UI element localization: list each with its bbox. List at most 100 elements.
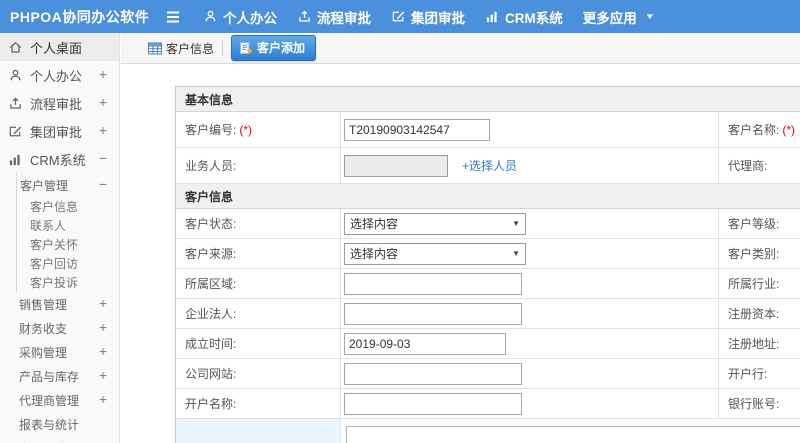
select-caret-icon: ▼: [512, 219, 520, 228]
field-label-right: 客户类别:: [719, 239, 800, 268]
sidebar-item-label: 集团审批: [30, 124, 83, 140]
website-input[interactable]: [344, 362, 522, 385]
field-label: 成立时间:: [176, 329, 341, 358]
topnav-item-3[interactable]: 集团审批: [391, 7, 465, 27]
field-cell: [341, 329, 719, 358]
field-label-right: 银行账号:: [719, 389, 800, 418]
sidebar-item-customer-complaint[interactable]: 客户投诉: [16, 273, 119, 292]
sidebar-item-label: 代理商管理: [19, 393, 80, 408]
field-label-right: 注册地址:: [719, 329, 800, 358]
field-cell: [341, 359, 719, 388]
topnav-item-1[interactable]: 个人办公: [203, 7, 277, 27]
field-label: 客户编号: (*): [176, 112, 341, 147]
chart-icon: [485, 9, 500, 24]
tab-bar: 客户信息 客户添加: [121, 33, 800, 64]
field-label-text: 所属区域:: [185, 277, 237, 291]
collapse-minus-icon[interactable]: −: [99, 178, 107, 193]
select-value: 选择内容: [350, 247, 399, 261]
sidebar-item-purchase-mgmt[interactable]: 采购管理 +: [16, 340, 119, 364]
region-input[interactable]: [344, 272, 522, 295]
field-label: 所属区域:: [176, 269, 341, 298]
expand-plus-icon[interactable]: +: [99, 393, 107, 408]
expand-plus-icon[interactable]: +: [99, 321, 107, 336]
legal-person-input[interactable]: [344, 302, 522, 325]
expand-plus-icon[interactable]: +: [99, 369, 107, 384]
field-label: 公司网站:: [176, 359, 341, 388]
staff-input[interactable]: [344, 154, 448, 177]
topnav-item-5[interactable]: 更多应用 ▼: [583, 7, 655, 27]
topnav-item-4[interactable]: CRM系统: [485, 7, 563, 27]
choose-staff-link[interactable]: +选择人员: [462, 157, 517, 174]
required-mark: (*): [782, 122, 796, 137]
field-label-text: 业务人员:: [185, 159, 237, 173]
remark-textarea[interactable]: [346, 426, 800, 443]
sidebar-item-customer-info[interactable]: 客户信息: [16, 197, 119, 216]
field-label-right-text: 注册资本:: [728, 307, 780, 321]
customer-code-input[interactable]: [344, 118, 490, 141]
sidebar-item-label: 客户信息: [30, 200, 79, 214]
founded-date-input[interactable]: [344, 332, 506, 355]
app-title: PHPOA协同办公软件: [10, 8, 150, 25]
topnav-item-2[interactable]: 流程审批: [297, 7, 371, 27]
sidebar-item-customer-care[interactable]: 客户关怀: [16, 235, 119, 254]
workflow-icon: [8, 96, 23, 111]
required-mark: (*): [239, 122, 253, 137]
field-label-right-text: 代理商:: [728, 159, 768, 173]
sidebar: 个人桌面 个人办公 + 流程审批 + 集团审批 + CRM系统 − 客户管理 − 客户信息 联系人 客户关…: [0, 33, 120, 443]
sidebar-item-agent-mgmt[interactable]: 代理商管理 +: [16, 388, 119, 412]
sidebar-item-personal-office[interactable]: 个人办公 +: [0, 61, 119, 89]
sidebar-item-workflow-approval[interactable]: 流程审批 +: [0, 89, 119, 117]
form-row: 成立时间: 注册地址:: [176, 329, 800, 359]
account-name-input[interactable]: [344, 392, 522, 415]
sidebar-item-label: 个人桌面: [30, 40, 83, 56]
sidebar-item-finance[interactable]: 财务收支 +: [16, 316, 119, 340]
sidebar-item-contacts[interactable]: 联系人: [16, 216, 119, 235]
section-header: 客户信息: [176, 184, 800, 209]
tab-customer-info[interactable]: 客户信息: [148, 40, 214, 57]
tab-label: 客户添加: [257, 41, 306, 55]
form-row: 公司网站: 开户行:: [176, 359, 800, 389]
form-row: 客户状态: 选择内容 ▼ 客户等级:: [176, 209, 800, 239]
sidebar-item-form-flow-settings[interactable]: 表单与流程设置+: [16, 436, 119, 443]
caret-down-icon: ▼: [644, 12, 655, 21]
expand-plus-icon[interactable]: +: [99, 297, 107, 312]
grid-icon: [148, 42, 162, 55]
sidebar-item-sales-mgmt[interactable]: 销售管理 +: [16, 292, 119, 316]
sidebar-item-label: 客户投诉: [30, 276, 79, 290]
sidebar-item-desktop[interactable]: 个人桌面: [0, 33, 119, 61]
field-label-right-text: 客户类别:: [728, 247, 780, 261]
field-label-right: 开户行:: [719, 359, 800, 388]
sidebar-item-label: 销售管理: [19, 297, 68, 312]
expand-plus-icon[interactable]: +: [99, 96, 107, 111]
field-label-right-text: 客户名称:: [728, 123, 780, 137]
field-label-right-text: 注册地址:: [728, 337, 780, 351]
sidebar-item-customer-mgmt[interactable]: 客户管理 −: [16, 173, 119, 197]
expand-plus-icon[interactable]: +: [99, 124, 107, 139]
customer-status-select[interactable]: 选择内容 ▼: [344, 212, 526, 235]
sidebar-item-label: CRM系统: [30, 152, 86, 168]
sidebar-item-label: 流程审批: [30, 96, 83, 112]
field-label-right: 客户等级:: [719, 209, 800, 238]
field-label: [176, 419, 341, 443]
collapse-minus-icon[interactable]: −: [99, 152, 107, 167]
field-label-text: 客户状态:: [185, 217, 237, 231]
field-label-right: 所属行业:: [719, 269, 800, 298]
expand-plus-icon[interactable]: +: [99, 68, 107, 83]
sidebar-item-reports-stats[interactable]: 报表与统计: [16, 412, 119, 436]
sidebar-item-group-approval[interactable]: 集团审批 +: [0, 117, 119, 145]
customer-source-select[interactable]: 选择内容 ▼: [344, 242, 526, 265]
sidebar-item-customer-visit[interactable]: 客户回访: [16, 254, 119, 273]
workflow-icon: [297, 9, 312, 24]
field-cell: +选择人员: [341, 148, 719, 183]
tab-customer-add[interactable]: 客户添加: [231, 35, 317, 61]
sidebar-item-crm-system[interactable]: CRM系统 −: [0, 145, 119, 173]
sidebar-item-product-inventory[interactable]: 产品与库存 +: [16, 364, 119, 388]
hamburger-menu-icon[interactable]: [165, 10, 181, 24]
add-doc-icon: [239, 41, 253, 55]
field-label-right-text: 所属行业:: [728, 277, 780, 291]
expand-plus-icon[interactable]: +: [99, 345, 107, 360]
field-cell: [341, 299, 719, 328]
sidebar-item-label: 客户关怀: [30, 238, 79, 252]
form-row: 企业法人: 注册资本:: [176, 299, 800, 329]
main-content: 基本信息客户编号:(*)客户名称:(*)业务人员:+选择人员代理商:客户信息客户…: [121, 65, 800, 443]
